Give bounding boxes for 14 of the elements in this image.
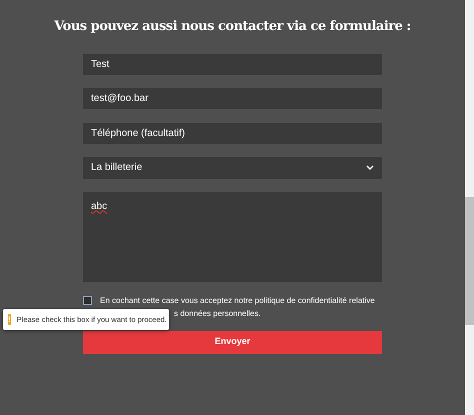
email-field[interactable]: test@foo.bar — [83, 88, 382, 108]
form-heading: Vous pouvez aussi nous contacter via ce formulaire : — [54, 18, 411, 36]
scrollbar[interactable] — [465, 0, 474, 415]
consent-checkbox[interactable] — [83, 296, 92, 304]
warning-icon: ! — [8, 314, 11, 325]
consent-text: En cochant cette case vous acceptez notre politique de confidentialité relative — [100, 294, 375, 306]
consent-text-continued: s données personnelles. — [173, 308, 262, 320]
topic-select[interactable]: La billeterie — [83, 156, 382, 178]
message-field[interactable]: abc — [83, 192, 382, 282]
phone-field[interactable]: Téléphone (facultatif) — [83, 122, 382, 144]
chevron-down-icon — [366, 164, 374, 170]
scrollbar-thumb[interactable] — [465, 197, 474, 325]
name-field[interactable]: Test — [83, 54, 382, 74]
submit-button[interactable]: Envoyer — [83, 330, 382, 354]
